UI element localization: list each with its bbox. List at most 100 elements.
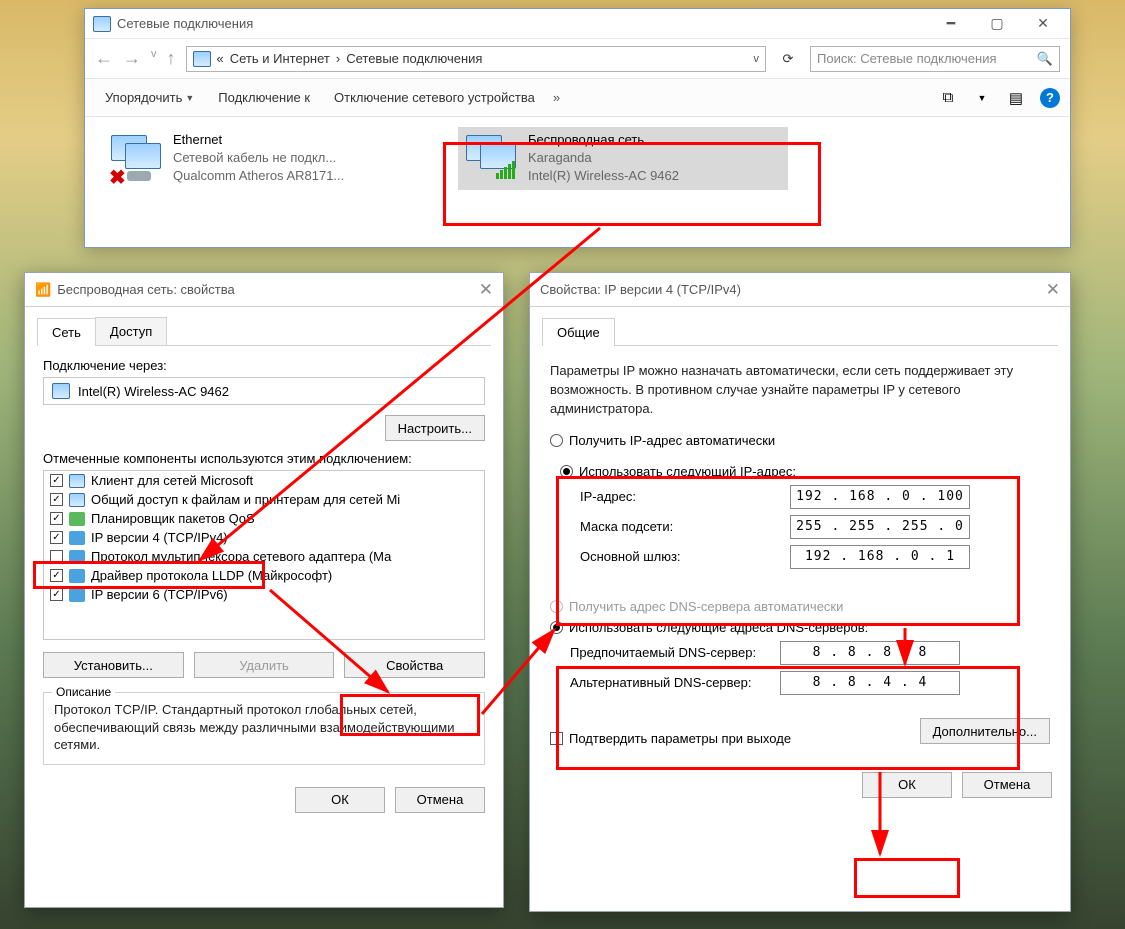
item-name: Беспроводная сеть [528, 131, 679, 149]
network-item-ethernet[interactable]: ✖ Ethernet Сетевой кабель не подкл... Qu… [103, 127, 433, 190]
close-icon[interactable]: ✕ [479, 280, 493, 300]
install-button[interactable]: Установить... [43, 652, 184, 678]
tab-sharing[interactable]: Доступ [95, 317, 167, 345]
command-bar: Упорядочить ▼ Подключение к Отключение с… [85, 79, 1070, 117]
wifi-icon [466, 131, 518, 183]
checkbox[interactable] [50, 588, 63, 601]
search-placeholder: Поиск: Сетевые подключения [817, 51, 997, 66]
radio-icon [560, 465, 573, 478]
dialog-title-bar[interactable]: Свойства: IP версии 4 (TCP/IPv4) ✕ [530, 273, 1070, 307]
cancel-button[interactable]: Отмена [962, 772, 1052, 798]
components-list[interactable]: Клиент для сетей Microsoft Общий доступ … [43, 470, 485, 640]
maximize-button[interactable]: ▢ [974, 9, 1020, 39]
ip-input[interactable]: 192 . 168 . 0 . 100 [790, 485, 970, 509]
tab-network[interactable]: Сеть [37, 318, 96, 346]
breadcrumb-crumb[interactable]: Сетевые подключения [346, 51, 482, 66]
gateway-label: Основной шлюз: [580, 549, 790, 564]
ipv4-properties-dialog: Свойства: IP версии 4 (TCP/IPv4) ✕ Общие… [529, 272, 1071, 912]
remove-button[interactable]: Удалить [194, 652, 335, 678]
list-item: Клиент для сетей Microsoft [44, 471, 484, 490]
cancel-button[interactable]: Отмена [395, 787, 485, 813]
recent-caret-icon[interactable]: v [151, 48, 157, 69]
radio-static-dns[interactable]: Использовать следующие адреса DNS-сервер… [550, 620, 1050, 635]
up-icon[interactable]: ↑ [167, 48, 176, 69]
view-icon-2[interactable]: ▤ [1006, 88, 1026, 108]
dialog-footer: ОК Отмена [25, 777, 503, 829]
properties-button[interactable]: Свойства [344, 652, 485, 678]
disable-device-button[interactable]: Отключение сетевого устройства [324, 86, 545, 109]
chevron-down-icon: ▼ [185, 93, 194, 103]
tab-strip: Общие [542, 317, 1058, 346]
forward-icon[interactable]: → [123, 48, 141, 69]
chevron-down-icon[interactable]: ▼ [972, 88, 992, 108]
gateway-input[interactable]: 192 . 168 . 0 . 1 [790, 545, 970, 569]
title-bar[interactable]: Сетевые подключения ━ ▢ ✕ [85, 9, 1070, 39]
confirm-checkbox-row[interactable]: Подтвердить параметры при выходе [550, 731, 791, 746]
help-icon[interactable]: ? [1040, 88, 1060, 108]
sharing-icon [69, 493, 85, 507]
explorer-window: Сетевые подключения ━ ▢ ✕ ← → v ↑ « Сеть… [84, 8, 1071, 248]
organize-button[interactable]: Упорядочить ▼ [95, 86, 204, 109]
checkbox[interactable] [50, 512, 63, 525]
items-area: ✖ Ethernet Сетевой кабель не подкл... Qu… [85, 117, 1070, 200]
item-status: Karaganda [528, 149, 679, 167]
lldp-icon [69, 569, 85, 583]
radio-static-ip[interactable]: Использовать следующий IP-адрес: [560, 464, 1040, 479]
breadcrumb-crumb: « [217, 51, 224, 66]
refresh-icon[interactable]: ⟳ [776, 51, 800, 67]
close-icon[interactable]: ✕ [1046, 280, 1060, 300]
dns1-label: Предпочитаемый DNS-сервер: [570, 645, 780, 660]
network-item-wifi[interactable]: Беспроводная сеть Karaganda Intel(R) Wir… [458, 127, 788, 190]
item-device: Intel(R) Wireless-AC 9462 [528, 167, 679, 185]
list-item: Общий доступ к файлам и принтерам для се… [44, 490, 484, 509]
overflow-chevron-icon[interactable]: » [549, 90, 564, 105]
advanced-button[interactable]: Дополнительно... [920, 718, 1050, 744]
mask-input[interactable]: 255 . 255 . 255 . 0 [790, 515, 970, 539]
search-input[interactable]: Поиск: Сетевые подключения 🔍 [810, 46, 1060, 72]
mux-icon [69, 550, 85, 564]
checkbox[interactable] [50, 493, 63, 506]
adapter-properties-dialog: 📶 Беспроводная сеть: свойства ✕ Сеть Дос… [24, 272, 504, 908]
checkbox[interactable] [50, 474, 63, 487]
description-label: Описание [52, 685, 115, 699]
dns2-input[interactable]: 8 . 8 . 4 . 4 [780, 671, 960, 695]
list-item-ipv4: IP версии 4 (TCP/IPv4) [44, 528, 484, 547]
address-bar[interactable]: « Сеть и Интернет › Сетевые подключения … [186, 46, 767, 72]
item-device: Qualcomm Atheros AR8171... [173, 167, 344, 185]
list-item: Планировщик пакетов QoS [44, 509, 484, 528]
adapter-field: Intel(R) Wireless-AC 9462 [43, 377, 485, 405]
ip-label: IP-адрес: [580, 489, 790, 504]
list-item: Драйвер протокола LLDP (Майкрософт) [44, 566, 484, 585]
dialog-title: Свойства: IP версии 4 (TCP/IPv4) [540, 282, 741, 297]
item-name: Ethernet [173, 131, 344, 149]
chevron-right-icon: › [336, 51, 340, 66]
checkbox[interactable] [50, 550, 63, 563]
checkbox[interactable] [50, 531, 63, 544]
tab-panel: Подключение через: Intel(R) Wireless-AC … [25, 346, 503, 777]
nav-arrows: ← → v ↑ [95, 48, 176, 69]
close-button[interactable]: ✕ [1020, 9, 1066, 39]
dropdown-caret-icon[interactable]: v [754, 53, 760, 65]
minimize-button[interactable]: ━ [928, 9, 974, 39]
back-icon[interactable]: ← [95, 48, 113, 69]
dialog-title: Беспроводная сеть: свойства [57, 282, 235, 297]
tab-general[interactable]: Общие [542, 318, 615, 346]
network-icon [93, 16, 111, 32]
ok-button[interactable]: ОК [295, 787, 385, 813]
ok-button[interactable]: ОК [862, 772, 952, 798]
checkbox[interactable] [50, 569, 63, 582]
tab-strip: Сеть Доступ [37, 317, 491, 346]
configure-button[interactable]: Настроить... [385, 415, 485, 441]
components-label: Отмеченные компоненты используются этим … [43, 451, 485, 466]
dns1-input[interactable]: 8 . 8 . 8 . 8 [780, 641, 960, 665]
breadcrumb-crumb[interactable]: Сеть и Интернет [230, 51, 330, 66]
wifi-small-icon: 📶 [35, 282, 51, 298]
connect-to-button[interactable]: Подключение к [208, 86, 320, 109]
dialog-title-bar[interactable]: 📶 Беспроводная сеть: свойства ✕ [25, 273, 503, 307]
radio-auto-ip[interactable]: Получить IP-адрес автоматически [550, 433, 1050, 448]
view-icon-1[interactable]: ⧉ [938, 88, 958, 108]
dialog-footer: ОК Отмена [530, 762, 1070, 814]
search-icon: 🔍 [1037, 51, 1053, 67]
checkbox[interactable] [550, 732, 563, 745]
radio-auto-dns: Получить адрес DNS-сервера автоматически [550, 599, 1050, 614]
